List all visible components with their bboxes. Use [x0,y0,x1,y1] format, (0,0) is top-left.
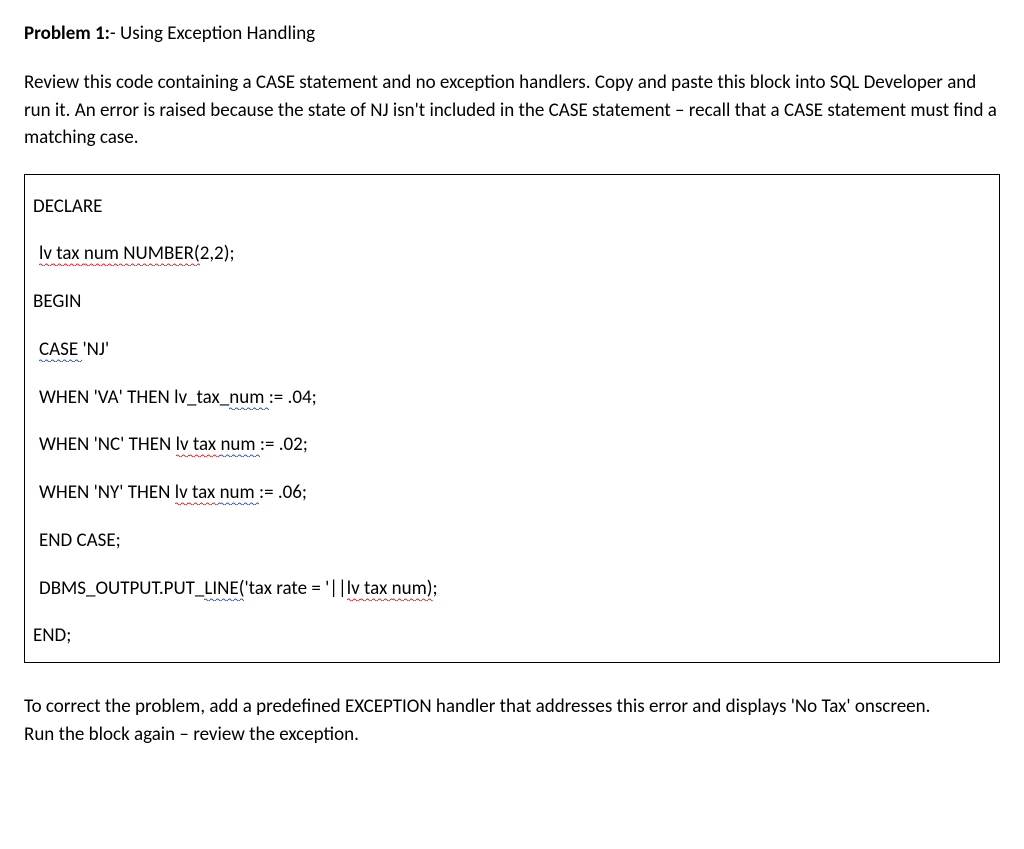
outro-line-2: Run the block again – review the excepti… [24,721,1000,749]
code-when-va: WHEN 'VA' THEN lv_tax_num := .04; [33,386,991,410]
code-case: CASE 'NJ' [33,338,991,362]
outro-paragraph: To correct the problem, add a predefined… [24,693,1000,748]
outro-line-1: To correct the problem, add a predefined… [24,693,1000,721]
code-begin: BEGIN [33,290,991,314]
code-var-decl: lv tax num NUMBER(2,2); [33,242,991,266]
code-dbms-output: DBMS_OUTPUT.PUT_LINE('tax rate = '||lv t… [33,577,991,601]
code-when-nc: WHEN 'NC' THEN lv tax num := .02; [33,433,991,457]
code-end: END; [33,624,991,648]
problem-heading: Problem 1:- Using Exception Handling [24,22,1000,45]
code-block: DECLARE lv tax num NUMBER(2,2); BEGIN CA… [24,174,1000,664]
code-when-ny: WHEN 'NY' THEN lv tax num := .06; [33,481,991,505]
problem-title: - Using Exception Handling [110,22,315,45]
document-page: Problem 1:- Using Exception Handling Rev… [0,0,1024,770]
code-declare: DECLARE [33,195,991,219]
code-end-case: END CASE; [33,529,991,553]
intro-paragraph: Review this code containing a CASE state… [24,69,1000,152]
problem-number: Problem 1: [24,22,110,45]
